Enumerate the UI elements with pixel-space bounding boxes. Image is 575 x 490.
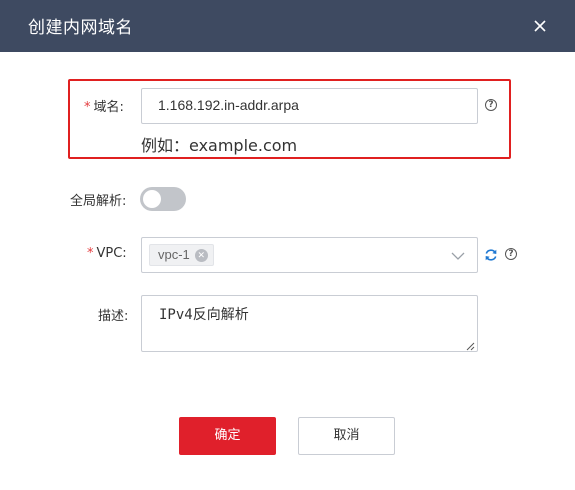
- domain-label-text: 域名:: [93, 100, 124, 115]
- dialog-header: 创建内网域名: [0, 0, 575, 52]
- refresh-icon[interactable]: [484, 247, 498, 261]
- global-resolution-toggle[interactable]: [140, 187, 186, 211]
- vpc-label-text: VPC:: [96, 246, 127, 261]
- cancel-button[interactable]: 取消: [298, 417, 395, 455]
- domain-input[interactable]: 1.168.192.in-addr.arpa: [141, 88, 478, 124]
- domain-example-hint: 例如：example.com: [141, 136, 298, 155]
- confirm-button[interactable]: 确定: [179, 417, 276, 455]
- vpc-select[interactable]: vpc-1 ✕: [141, 237, 478, 273]
- description-textarea[interactable]: IPv4反向解析: [141, 295, 478, 352]
- vpc-tag: vpc-1 ✕: [149, 244, 214, 266]
- vpc-tag-label: vpc-1: [158, 247, 190, 262]
- required-mark: *: [87, 246, 94, 261]
- close-icon[interactable]: [527, 13, 553, 39]
- required-mark: *: [84, 100, 91, 115]
- domain-label: * 域名:: [84, 96, 124, 115]
- toggle-knob: [143, 190, 161, 208]
- global-resolution-label: 全局解析:: [70, 194, 127, 209]
- description-text: IPv4反向解析: [159, 307, 249, 323]
- dialog-title: 创建内网域名: [28, 18, 133, 38]
- help-icon[interactable]: ?: [485, 99, 497, 111]
- vpc-label: * VPC:: [87, 246, 127, 261]
- description-label: 描述:: [98, 309, 129, 324]
- tag-remove-icon[interactable]: ✕: [194, 248, 208, 262]
- resize-handle-icon[interactable]: [465, 339, 475, 351]
- help-icon[interactable]: ?: [505, 248, 517, 260]
- chevron-down-icon: [451, 249, 465, 263]
